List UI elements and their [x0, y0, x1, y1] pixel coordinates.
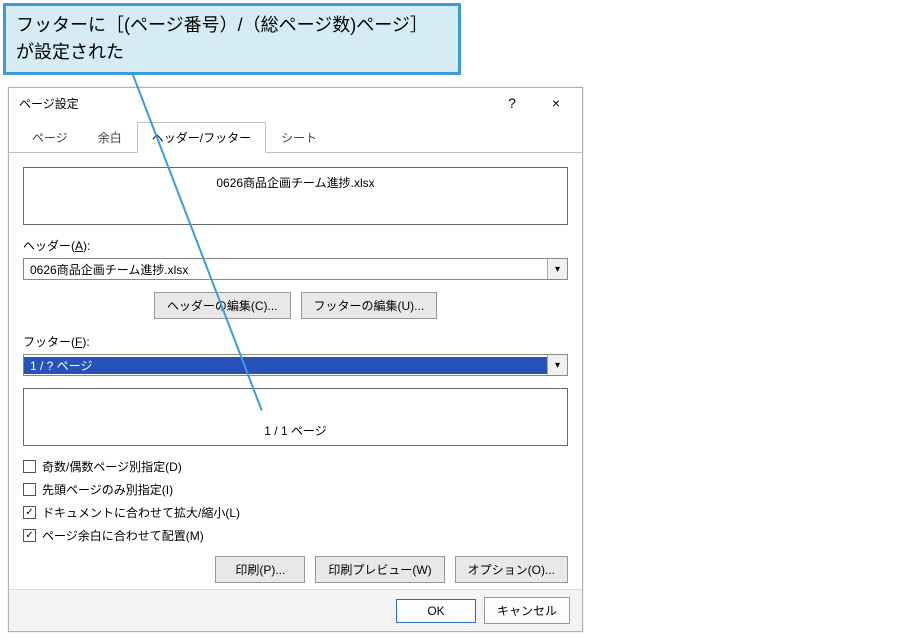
chevron-down-icon[interactable]: ▾	[547, 259, 567, 279]
callout-line2: が設定された	[16, 39, 448, 66]
close-button[interactable]: ×	[534, 89, 578, 117]
scale-doc-check[interactable]: ドキュメントに合わせて拡大/縮小(L)	[23, 504, 568, 521]
options-button[interactable]: オプション(O)...	[455, 556, 568, 583]
tab-margin[interactable]: 余白	[83, 122, 137, 153]
chevron-down-icon[interactable]: ▾	[547, 355, 567, 375]
checkbox-icon	[23, 460, 36, 473]
align-margin-label: ページ余白に合わせて配置(M)	[42, 527, 204, 544]
checkbox-icon	[23, 483, 36, 496]
first-page-label: 先頭ページのみ別指定(I)	[42, 481, 173, 498]
action-buttons-row: 印刷(P)... 印刷プレビュー(W) オプション(O)...	[23, 556, 568, 583]
tab-sheet[interactable]: シート	[266, 122, 332, 153]
footer-dropdown-label: フッター(F):	[23, 333, 568, 350]
ok-button[interactable]: OK	[396, 599, 476, 623]
first-page-check[interactable]: 先頭ページのみ別指定(I)	[23, 481, 568, 498]
odd-even-check[interactable]: 奇数/偶数ページ別指定(D)	[23, 458, 568, 475]
footer-preview-text: 1 / 1 ページ	[264, 422, 326, 439]
odd-even-label: 奇数/偶数ページ別指定(D)	[42, 458, 182, 475]
callout-line1: フッターに［(ページ番号）/（総ページ数)ページ］	[16, 12, 448, 39]
scale-doc-label: ドキュメントに合わせて拡大/縮小(L)	[42, 504, 240, 521]
header-preview-text: 0626商品企画チーム進捗.xlsx	[216, 174, 374, 191]
cancel-button[interactable]: キャンセル	[484, 597, 570, 624]
print-button[interactable]: 印刷(P)...	[215, 556, 305, 583]
header-dropdown[interactable]: 0626商品企画チーム進捗.xlsx ▾	[23, 258, 568, 280]
align-margin-check[interactable]: ページ余白に合わせて配置(M)	[23, 527, 568, 544]
header-preview-box: 0626商品企画チーム進捗.xlsx	[23, 167, 568, 225]
dialog-footer: OK キャンセル	[9, 589, 582, 631]
instruction-callout: フッターに［(ページ番号）/（総ページ数)ページ］ が設定された	[3, 3, 461, 75]
page-setup-dialog: ページ設定 ? × ページ 余白 ヘッダー/フッター シート 0626商品企画チ…	[8, 87, 583, 632]
tab-strip: ページ 余白 ヘッダー/フッター シート	[9, 118, 582, 153]
edit-footer-button[interactable]: フッターの編集(U)...	[301, 292, 438, 319]
options-checkboxes: 奇数/偶数ページ別指定(D) 先頭ページのみ別指定(I) ドキュメントに合わせて…	[23, 458, 568, 544]
tab-page[interactable]: ページ	[17, 122, 83, 153]
header-dropdown-label: ヘッダー(A):	[23, 237, 568, 254]
dialog-title: ページ設定	[19, 95, 490, 112]
footer-dropdown-value: 1 / ? ページ	[24, 357, 547, 374]
header-dropdown-value: 0626商品企画チーム進捗.xlsx	[24, 261, 547, 278]
print-preview-button[interactable]: 印刷プレビュー(W)	[315, 556, 444, 583]
help-button[interactable]: ?	[490, 89, 534, 117]
checkbox-checked-icon	[23, 506, 36, 519]
dialog-body: 0626商品企画チーム進捗.xlsx ヘッダー(A): 0626商品企画チーム進…	[9, 153, 582, 593]
edit-buttons-row: ヘッダーの編集(C)... フッターの編集(U)...	[23, 292, 568, 319]
footer-preview-box: 1 / 1 ページ	[23, 388, 568, 446]
checkbox-checked-icon	[23, 529, 36, 542]
footer-dropdown[interactable]: 1 / ? ページ ▾	[23, 354, 568, 376]
dialog-titlebar: ページ設定 ? ×	[9, 88, 582, 118]
